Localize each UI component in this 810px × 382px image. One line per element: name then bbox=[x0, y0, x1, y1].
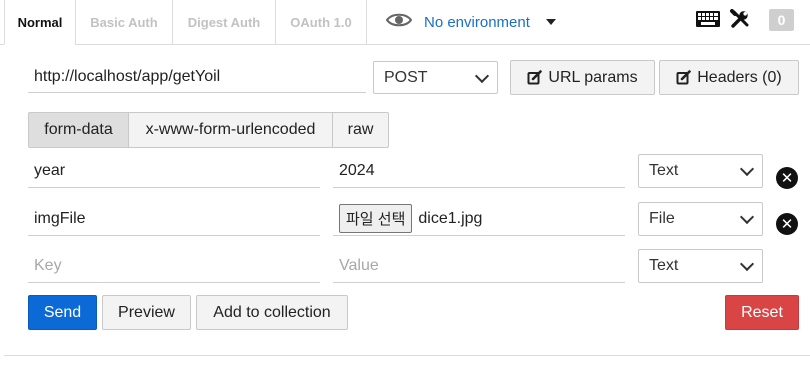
body-type-form-data[interactable]: form-data bbox=[28, 112, 129, 148]
edit-icon bbox=[527, 70, 543, 85]
reset-button[interactable]: Reset bbox=[725, 295, 799, 330]
send-button[interactable]: Send bbox=[28, 295, 97, 330]
form-key-input[interactable] bbox=[28, 155, 320, 188]
tab-normal[interactable]: Normal bbox=[4, 0, 76, 45]
eye-icon bbox=[385, 12, 413, 33]
environment-selector[interactable]: No environment bbox=[385, 8, 556, 36]
tab-digest-auth[interactable]: Digest Auth bbox=[172, 0, 276, 45]
keyboard-icon[interactable] bbox=[695, 10, 721, 33]
remove-row-icon[interactable]: ✕ bbox=[776, 167, 798, 189]
edit-icon bbox=[676, 70, 692, 85]
choose-file-button[interactable]: 파일 선택 bbox=[339, 204, 413, 233]
add-to-collection-button[interactable]: Add to collection bbox=[196, 295, 348, 330]
method-value: POST bbox=[384, 68, 428, 86]
new-value-input[interactable] bbox=[333, 249, 625, 283]
tools-icon[interactable] bbox=[730, 9, 750, 34]
preview-button[interactable]: Preview bbox=[102, 295, 191, 330]
body-type-raw[interactable]: raw bbox=[332, 112, 389, 148]
caret-down-icon bbox=[545, 19, 556, 25]
count-badge: 0 bbox=[769, 9, 794, 31]
chevron-down-icon bbox=[739, 209, 755, 225]
chevron-down-icon bbox=[474, 68, 490, 83]
form-type-value: Text bbox=[649, 162, 679, 179]
chevron-down-icon bbox=[739, 161, 755, 177]
tab-basic-auth[interactable]: Basic Auth bbox=[75, 0, 173, 45]
form-type-select[interactable]: Text bbox=[638, 154, 763, 188]
file-input: 파일 선택 dice1.jpg bbox=[333, 202, 625, 236]
new-type-value: Text bbox=[649, 257, 679, 274]
body-type-urlencoded[interactable]: x-www-form-urlencoded bbox=[128, 112, 333, 148]
chevron-down-icon bbox=[739, 256, 755, 272]
url-params-label: URL params bbox=[548, 68, 638, 86]
headers-label: Headers (0) bbox=[697, 68, 782, 86]
url-input[interactable] bbox=[28, 61, 366, 93]
form-value-input[interactable] bbox=[333, 155, 625, 188]
environment-label: No environment bbox=[424, 13, 530, 31]
remove-row-icon[interactable]: ✕ bbox=[776, 213, 798, 235]
form-key-input[interactable] bbox=[28, 202, 320, 236]
new-type-select[interactable]: Text bbox=[638, 249, 763, 283]
new-key-input[interactable] bbox=[28, 249, 320, 283]
url-params-button[interactable]: URL params bbox=[510, 60, 655, 95]
form-type-select[interactable]: File bbox=[638, 202, 763, 236]
file-name: dice1.jpg bbox=[418, 209, 483, 227]
tab-oauth[interactable]: OAuth 1.0 bbox=[275, 0, 367, 45]
bottom-divider bbox=[4, 355, 810, 356]
form-type-value: File bbox=[649, 210, 675, 227]
headers-button[interactable]: Headers (0) bbox=[659, 60, 799, 95]
method-select[interactable]: POST bbox=[373, 61, 498, 94]
